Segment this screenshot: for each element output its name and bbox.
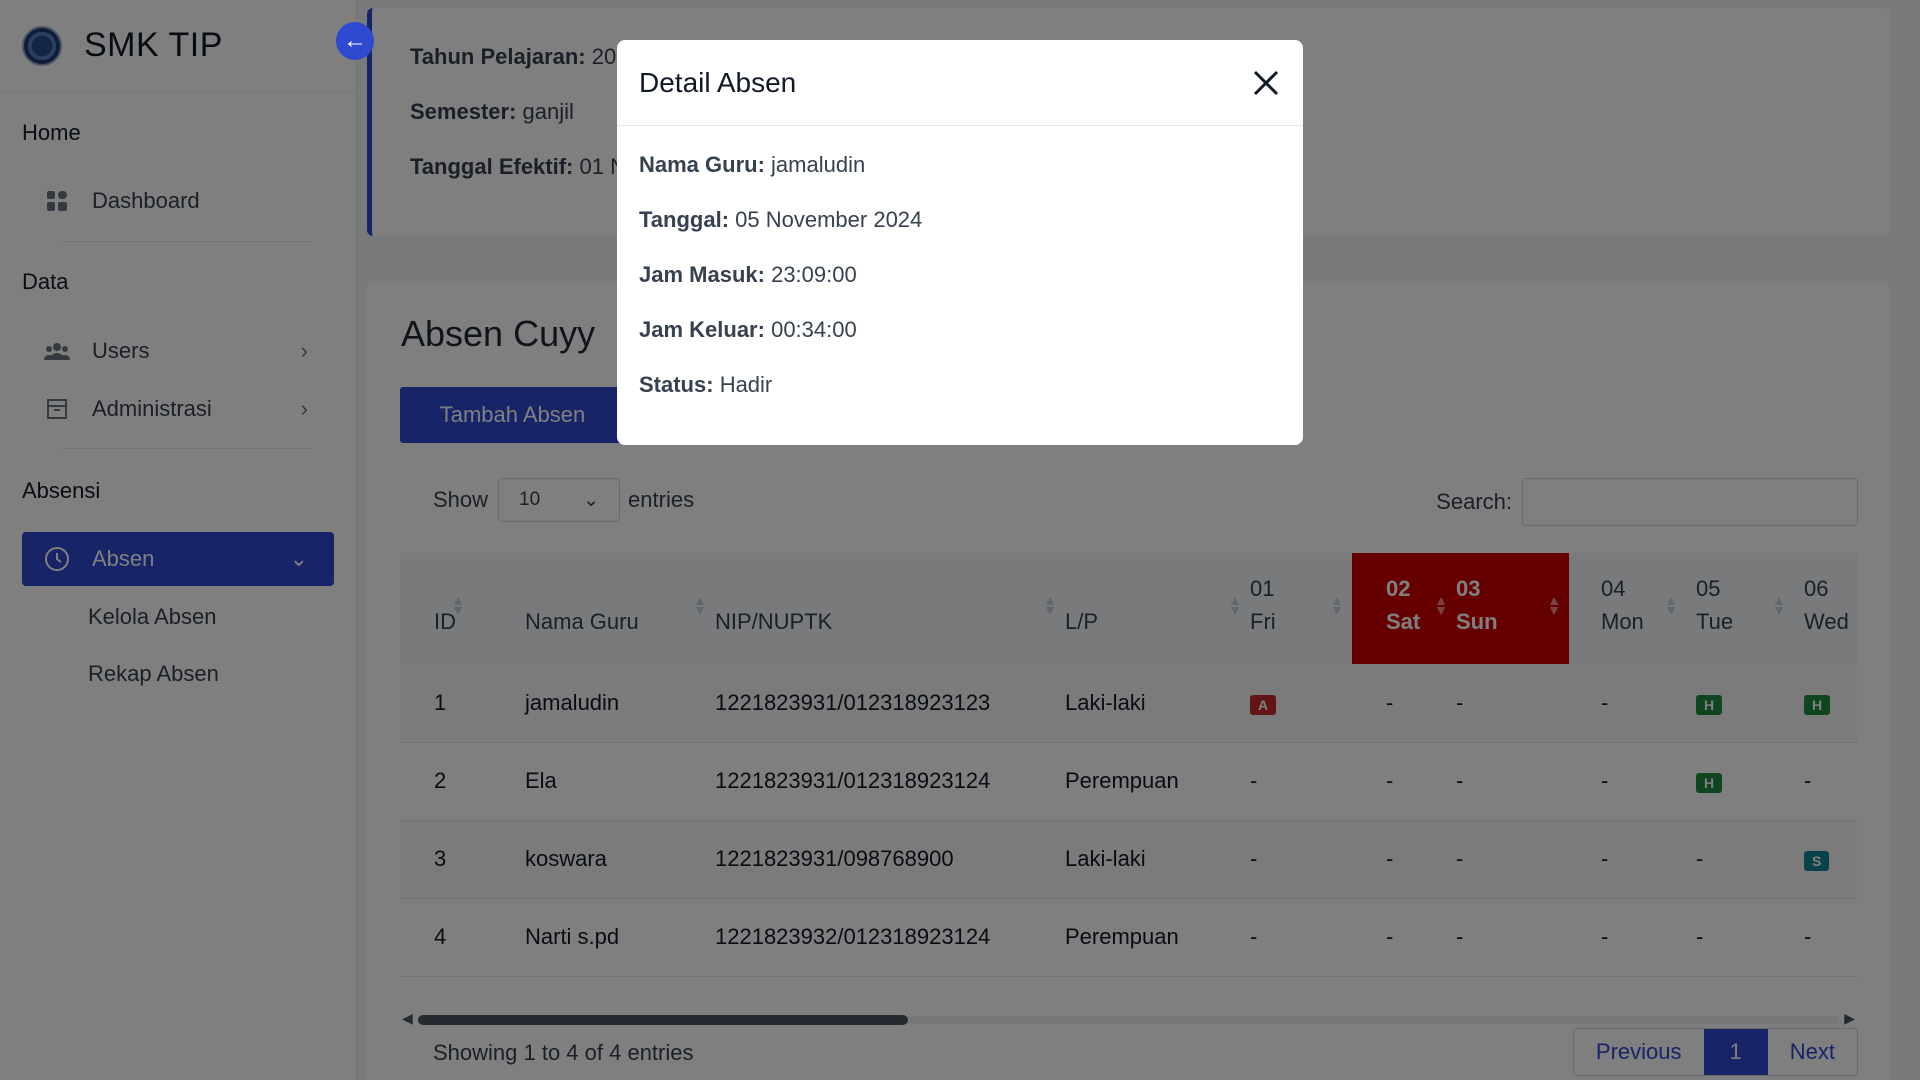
modal-jam-keluar: Jam Keluar: 00:34:00 (639, 317, 857, 343)
modal-jam-masuk: Jam Masuk: 23:09:00 (639, 262, 857, 288)
modal-value: jamaludin (771, 152, 866, 177)
arrow-left-icon: ← (343, 27, 367, 54)
modal-label: Nama Guru: (639, 152, 765, 177)
modal-tanggal: Tanggal: 05 November 2024 (639, 207, 922, 233)
modal-header: Detail Absen (617, 40, 1303, 126)
modal-label: Jam Keluar: (639, 317, 765, 342)
detail-absen-modal: Detail Absen Nama Guru: jamaludin Tangga… (617, 40, 1303, 445)
modal-nama: Nama Guru: jamaludin (639, 152, 865, 178)
modal-value: 23:09:00 (771, 262, 857, 287)
modal-value: Hadir (719, 372, 773, 397)
modal-value: 00:34:00 (771, 317, 857, 342)
modal-title: Detail Absen (639, 66, 797, 98)
modal-value: 05 November 2024 (735, 207, 923, 232)
modal-label: Status: (639, 372, 714, 397)
modal-label: Jam Masuk: (639, 262, 765, 287)
modal-status: Status: Hadir (639, 372, 772, 398)
modal-label: Tanggal: (639, 207, 730, 232)
collapse-sidebar-button[interactable]: ← (336, 22, 374, 60)
close-icon[interactable] (1247, 64, 1285, 102)
